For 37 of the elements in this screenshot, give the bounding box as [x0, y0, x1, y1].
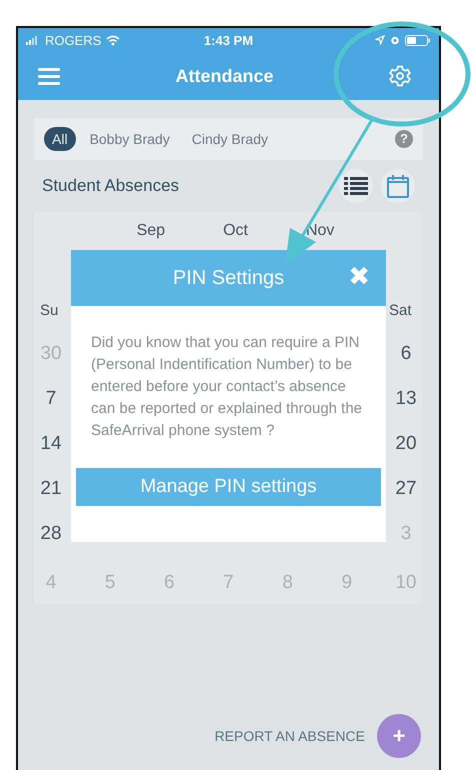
report-absence-label[interactable]: REPORT AN ABSENCE: [214, 728, 365, 744]
weekday-label: Su: [40, 302, 60, 319]
calendar-day[interactable]: 6: [395, 342, 417, 364]
manage-pin-button[interactable]: Manage PIN settings: [76, 468, 381, 506]
close-button[interactable]: ✖: [348, 262, 370, 292]
help-button[interactable]: ?: [395, 130, 413, 148]
calendar-icon: [387, 174, 409, 198]
list-view-button[interactable]: [339, 169, 373, 203]
alarm-icon: [390, 35, 400, 45]
student-filter-tab[interactable]: Cindy Brady: [184, 127, 276, 151]
header-title: Attendance: [176, 66, 274, 86]
month-label[interactable]: Oct: [223, 222, 248, 242]
section-title: Student Absences: [42, 176, 180, 196]
calendar-day[interactable]: 7: [40, 388, 62, 410]
settings-icon[interactable]: [389, 65, 412, 87]
student-filter-tab[interactable]: Bobby Brady: [82, 127, 178, 151]
weekday-label: Sat: [389, 302, 413, 319]
wifi-icon: [106, 34, 120, 46]
carrier-name: ROGERS: [45, 32, 102, 48]
status-time: 1:43 PM: [204, 32, 254, 48]
calendar-day[interactable]: 27: [395, 478, 417, 500]
calendar-day[interactable]: 14: [40, 432, 62, 454]
signal-icon: [26, 36, 40, 44]
dialog-title: PIN Settings: [172, 266, 284, 290]
add-absence-button[interactable]: +: [377, 714, 421, 758]
calendar-day[interactable]: 13: [395, 388, 417, 410]
calendar-day[interactable]: 20: [395, 432, 417, 454]
month-label[interactable]: Sep: [136, 222, 166, 242]
location-icon: [374, 35, 385, 45]
battery-icon: [404, 34, 431, 46]
student-filter-tab[interactable]: All: [44, 127, 76, 151]
dialog-message: Did you know that you can require a PIN (Personal Indentification Number) to be entered before your contact’s absence can be reported or explained through the SafeArrival phone system ?: [91, 333, 364, 441]
calendar-day[interactable]: 21: [40, 478, 62, 500]
calendar-view-button[interactable]: [381, 169, 415, 203]
list-icon: [344, 177, 368, 195]
calendar-day[interactable]: 28: [40, 522, 62, 544]
menu-icon[interactable]: [38, 67, 60, 85]
